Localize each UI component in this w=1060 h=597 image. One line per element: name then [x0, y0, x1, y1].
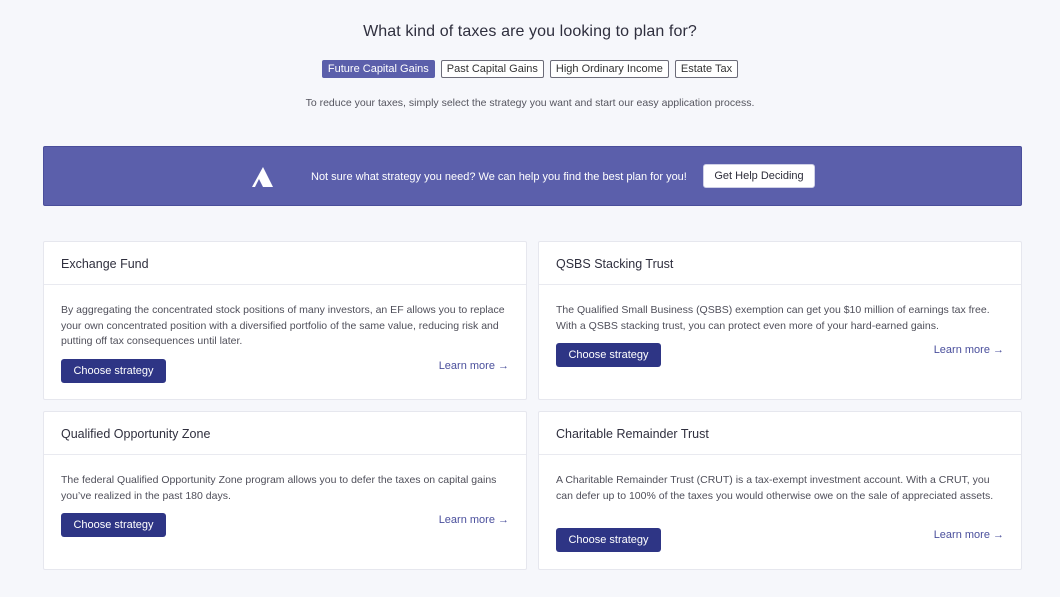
strategy-card-qualified-opportunity-zone: Qualified Opportunity Zone The federal Q… [43, 411, 527, 570]
strategy-card-qsbs-stacking-trust: QSBS Stacking Trust The Qualified Small … [538, 241, 1022, 400]
card-description: A Charitable Remainder Trust (CRUT) is a… [556, 474, 994, 502]
learn-more-link[interactable]: Learn more → [439, 360, 509, 372]
card-description: The Qualified Small Business (QSBS) exem… [556, 304, 990, 332]
card-title: Charitable Remainder Trust [556, 427, 709, 441]
learn-more-link[interactable]: Learn more → [934, 529, 1004, 541]
divider [539, 284, 1021, 285]
choose-strategy-button[interactable]: Choose strategy [61, 513, 166, 537]
mountain-icon [252, 167, 273, 187]
choose-strategy-button[interactable]: Choose strategy [61, 359, 166, 383]
choose-strategy-button[interactable]: Choose strategy [556, 343, 661, 367]
card-description: The federal Qualified Opportunity Zone p… [61, 474, 497, 502]
page-title: What kind of taxes are you looking to pl… [363, 23, 697, 40]
banner-text: Not sure what strategy you need? We can … [311, 171, 687, 183]
tax-type-filters: Future Capital Gains Past Capital Gains … [0, 60, 1060, 78]
divider [44, 284, 526, 285]
card-title: QSBS Stacking Trust [556, 257, 674, 271]
card-title: Qualified Opportunity Zone [61, 427, 211, 441]
learn-more-link[interactable]: Learn more → [934, 344, 1004, 356]
divider [44, 454, 526, 455]
card-description: By aggregating the concentrated stock po… [61, 304, 505, 347]
filter-past-capital-gains[interactable]: Past Capital Gains [440, 60, 544, 78]
page-subtitle: To reduce your taxes, simply select the … [305, 97, 755, 109]
filter-estate-tax[interactable]: Estate Tax [674, 60, 739, 78]
strategy-card-exchange-fund: Exchange Fund By aggregating the concent… [43, 241, 527, 400]
filter-future-capital-gains[interactable]: Future Capital Gains [321, 60, 435, 78]
filter-high-ordinary-income[interactable]: High Ordinary Income [549, 60, 669, 78]
choose-strategy-button[interactable]: Choose strategy [556, 528, 661, 552]
help-banner: Not sure what strategy you need? We can … [43, 146, 1022, 206]
learn-more-link[interactable]: Learn more → [439, 514, 509, 526]
card-title: Exchange Fund [61, 257, 149, 271]
divider [539, 454, 1021, 455]
strategy-card-charitable-remainder-trust: Charitable Remainder Trust A Charitable … [538, 411, 1022, 570]
get-help-deciding-button[interactable]: Get Help Deciding [703, 164, 815, 188]
